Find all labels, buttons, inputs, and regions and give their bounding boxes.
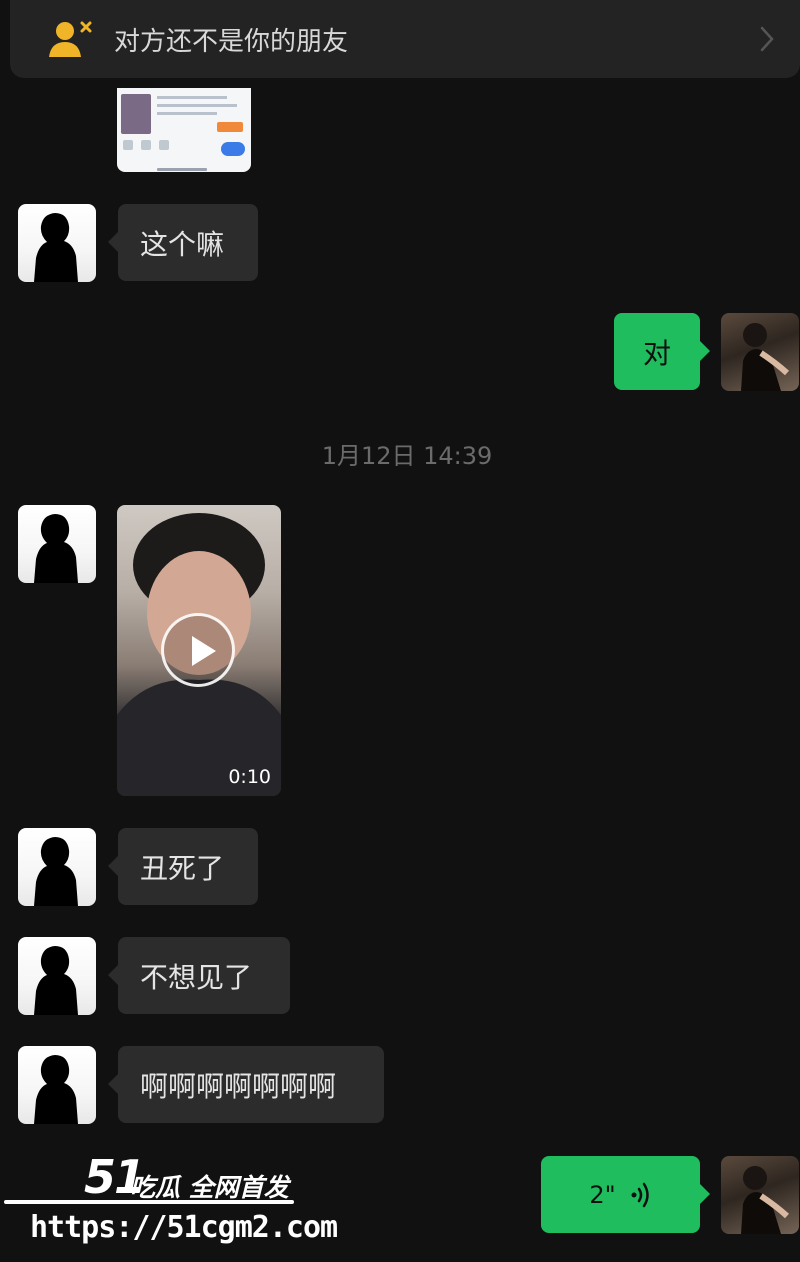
banner-text: 对方还不是你的朋友 [114,26,349,57]
watermark-divider [4,1200,294,1204]
shared-card-thumbnail[interactable] [117,88,251,172]
watermark-url: https://51cgm2.com [30,1210,338,1245]
voice-wave-icon [631,1182,649,1207]
my-avatar[interactable] [721,313,799,391]
contact-avatar[interactable] [18,828,96,906]
message-timestamp: 1月12日 14:39 [321,442,493,470]
video-duration: 0:10 [228,766,271,788]
chevron-right-icon [760,26,774,52]
message-bubble-incoming[interactable]: 啊啊啊啊啊啊啊 [108,1046,384,1123]
contact-avatar[interactable] [18,1046,96,1124]
message-bubble-outgoing[interactable]: 对 [614,313,710,390]
my-avatar[interactable] [721,1156,799,1234]
message-bubble-incoming[interactable]: 不想见了 [108,937,290,1014]
watermark-tag: 吃瓜 全网首发 [130,1173,289,1202]
contact-avatar[interactable] [18,505,96,583]
user-remove-icon [44,13,96,65]
not-friend-banner[interactable]: 对方还不是你的朋友 [10,0,800,78]
voice-message[interactable]: 2" [541,1156,710,1233]
message-bubble-incoming[interactable]: 丑死了 [108,828,258,905]
voice-duration: 2" [589,1180,616,1209]
contact-avatar[interactable] [18,937,96,1015]
contact-avatar[interactable] [18,204,96,282]
message-bubble-incoming[interactable]: 这个嘛 [108,204,258,281]
video-message[interactable]: 0:10 [117,505,281,796]
play-icon[interactable] [161,613,235,687]
